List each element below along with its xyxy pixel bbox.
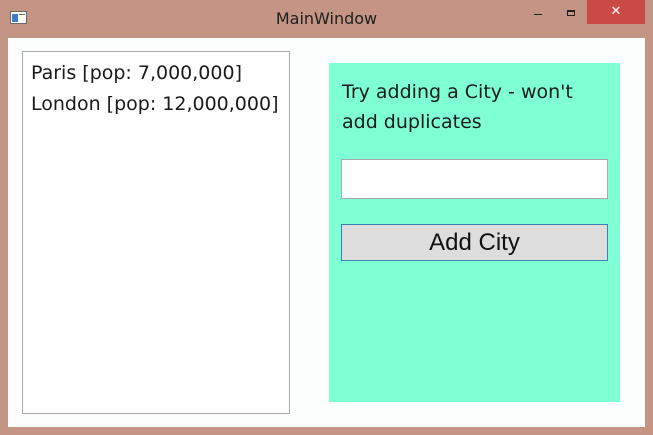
- list-item[interactable]: London [pop: 12,000,000]: [23, 89, 289, 120]
- add-city-instructions: Try adding a City - won't add duplicates: [342, 81, 573, 133]
- close-button[interactable]: ✕: [587, 0, 645, 24]
- city-name-input[interactable]: [341, 159, 608, 199]
- minimize-button[interactable]: [521, 0, 555, 24]
- title-bar[interactable]: MainWindow ✕: [0, 0, 653, 38]
- maximize-icon: [567, 9, 575, 16]
- add-city-button[interactable]: Add City: [341, 224, 608, 261]
- window-client-area: Paris [pop: 7,000,000] London [pop: 12,0…: [8, 38, 645, 427]
- add-city-panel: Try adding a City - won't add duplicates…: [329, 63, 620, 402]
- list-item[interactable]: Paris [pop: 7,000,000]: [23, 58, 289, 89]
- minimize-icon: [534, 14, 542, 15]
- maximize-button[interactable]: [555, 0, 587, 24]
- city-listbox[interactable]: Paris [pop: 7,000,000] London [pop: 12,0…: [22, 51, 290, 414]
- close-icon: ✕: [610, 4, 622, 19]
